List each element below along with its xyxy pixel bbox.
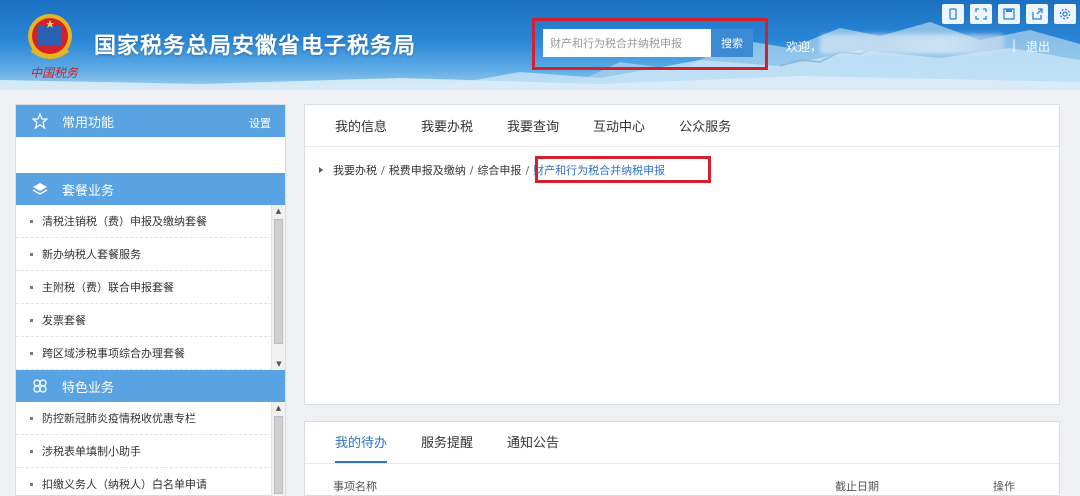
logout-link[interactable]: 退出 (1026, 38, 1050, 55)
breadcrumb-highlight-box (535, 156, 711, 183)
search-button[interactable]: 搜索 (711, 29, 753, 57)
share-icon[interactable] (1026, 4, 1048, 24)
common-functions-header: 常用功能 设置 (16, 105, 285, 137)
tab-tax-handling[interactable]: 我要办税 (421, 116, 473, 135)
list-item-label: 清税注销税（费）申报及缴纳套餐 (42, 215, 207, 228)
bullet (30, 449, 33, 453)
toolbar-icons (942, 4, 1076, 24)
todo-panel: 我的待办 服务提醒 通知公告 事项名称 截止日期 操作 (304, 421, 1060, 496)
main-nav-tabs: 我的信息 我要办税 我要查询 互动中心 公众服务 (305, 105, 1059, 147)
tab-interaction-center[interactable]: 互动中心 (593, 116, 645, 135)
common-functions-settings-link[interactable]: 设置 (249, 115, 271, 131)
scrollbar-thumb[interactable] (274, 416, 283, 494)
list-item[interactable]: 跨区域涉税事项综合办理套餐 (16, 337, 272, 370)
tab-notices[interactable]: 通知公告 (507, 432, 559, 463)
featured-business-list: 防控新冠肺炎疫情税收优惠专栏 涉税表单填制小助手 扣缴义务人（纳税人）白名单申请… (16, 402, 285, 496)
list-item-label: 跨区域涉税事项综合办理套餐 (42, 347, 185, 360)
package-business-header[interactable]: 套餐业务 (16, 173, 285, 205)
bullet (30, 416, 33, 420)
clover-icon (30, 376, 50, 396)
list-item[interactable]: 扣缴义务人（纳税人）白名单申请 (16, 468, 272, 496)
scroll-up-arrow-icon[interactable]: ▲ (272, 205, 285, 217)
settings-gear-icon[interactable] (1054, 4, 1076, 24)
list-item[interactable]: 涉税表单填制小助手 (16, 435, 272, 468)
column-actions: 操作 (993, 480, 1015, 493)
list-item[interactable]: 新办纳税人套餐服务 (16, 238, 272, 271)
common-functions-title: 常用功能 (62, 115, 115, 131)
breadcrumb-separator: / (525, 163, 530, 177)
list-item-label: 扣缴义务人（纳税人）白名单申请 (42, 478, 207, 491)
featured-business-header[interactable]: 特色业务 (16, 370, 285, 402)
main-panel: 我的信息 我要办税 我要查询 互动中心 公众服务 我要办税 / 税费申报及缴纳 … (304, 104, 1060, 405)
package-list-scrollbar[interactable]: ▲ ▼ (271, 205, 285, 370)
breadcrumb-item[interactable]: 税费申报及缴纳 (389, 162, 466, 178)
tab-service-reminder[interactable]: 服务提醒 (421, 432, 473, 463)
list-item-label: 主附税（费）联合申报套餐 (42, 281, 174, 294)
scrollbar-thumb[interactable] (274, 219, 283, 344)
bullet (30, 219, 33, 223)
list-item[interactable]: 发票套餐 (16, 304, 272, 337)
scroll-up-arrow-icon[interactable]: ▲ (272, 402, 285, 414)
tablet-icon[interactable] (942, 4, 964, 24)
package-business-list: 清税注销税（费）申报及缴纳套餐 新办纳税人套餐服务 主附税（费）联合申报套餐 发… (16, 205, 285, 370)
star-icon (30, 111, 50, 131)
emblem-caption: 中国税务 (30, 66, 79, 80)
top-banner: 中国税务 国家税务总局安徽省电子税务局 搜索 欢迎， | 退出 (0, 0, 1080, 90)
user-name-blurred (820, 34, 1004, 54)
list-item-label: 防控新冠肺炎疫情税收优惠专栏 (42, 412, 196, 425)
column-deadline: 截止日期 (835, 480, 879, 493)
breadcrumb-separator: / (381, 163, 385, 177)
tab-query[interactable]: 我要查询 (507, 116, 559, 135)
save-icon[interactable] (998, 4, 1020, 24)
breadcrumb-item[interactable]: 综合申报 (477, 162, 521, 178)
bullet (30, 482, 33, 486)
common-functions-empty-area (16, 137, 285, 173)
bullet (30, 318, 33, 322)
sidebar: 常用功能 设置 套餐业务 清税注销税（费）申报及缴纳套餐 新办纳税人套餐服务 主… (15, 104, 286, 496)
column-item-name: 事项名称 (333, 480, 377, 493)
table-header: 事项名称 截止日期 操作 (305, 464, 1059, 496)
fullscreen-icon[interactable] (970, 4, 992, 24)
list-item[interactable]: 主附税（费）联合申报套餐 (16, 271, 272, 304)
bullet (30, 351, 33, 355)
bullet (30, 252, 33, 256)
list-item-label: 新办纳税人套餐服务 (42, 248, 141, 261)
layers-icon (30, 179, 50, 199)
featured-list-scrollbar[interactable]: ▲ (271, 402, 285, 496)
package-business-title: 套餐业务 (62, 183, 115, 199)
scroll-down-arrow-icon[interactable]: ▼ (272, 358, 285, 370)
featured-business-title: 特色业务 (62, 380, 115, 396)
header-separator: | (1012, 38, 1017, 52)
bullet (30, 285, 33, 289)
list-item[interactable]: 清税注销税（费）申报及缴纳套餐 (16, 205, 272, 238)
search-highlight-box: 搜索 (532, 18, 768, 70)
list-item-label: 发票套餐 (42, 314, 86, 327)
tab-my-todo[interactable]: 我的待办 (335, 432, 388, 463)
breadcrumb-separator: / (469, 163, 474, 177)
list-item[interactable]: 防控新冠肺炎疫情税收优惠专栏 (16, 402, 272, 435)
todo-tabs: 我的待办 服务提醒 通知公告 (305, 422, 1059, 464)
search-input[interactable] (543, 29, 711, 57)
tab-public-service[interactable]: 公众服务 (679, 116, 731, 135)
breadcrumb-item[interactable]: 我要办税 (333, 162, 377, 178)
list-item-label: 涉税表单填制小助手 (42, 445, 141, 458)
site-title: 国家税务总局安徽省电子税务局 (94, 34, 417, 59)
welcome-text: 欢迎， (786, 40, 823, 54)
breadcrumb-arrow-icon (319, 167, 323, 173)
tab-my-info[interactable]: 我的信息 (335, 116, 387, 135)
tax-emblem-logo (28, 14, 72, 59)
